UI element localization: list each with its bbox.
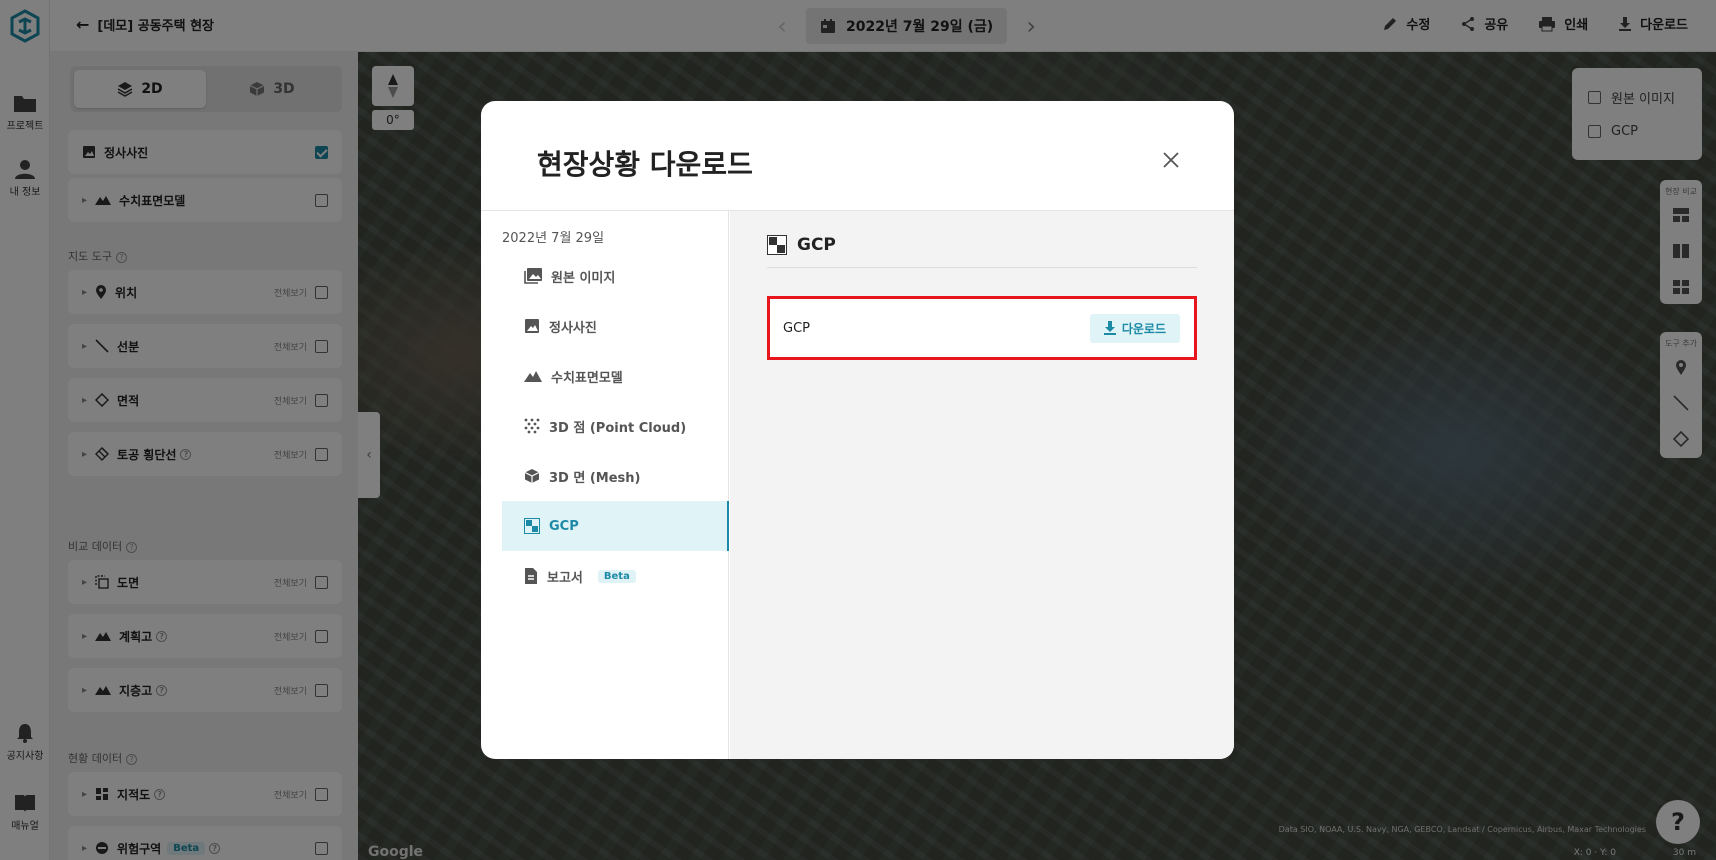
menu-mesh-label: 3D 면 (Mesh) bbox=[549, 470, 641, 486]
download-modal: 현장상황 다운로드 2022년 7월 29일 원본 이미지 정사사진 수치표면모… bbox=[481, 101, 1234, 759]
document-icon bbox=[525, 568, 537, 584]
point-cloud-icon bbox=[524, 418, 540, 434]
beta-badge: Beta bbox=[597, 569, 636, 583]
gcp-icon bbox=[524, 518, 540, 534]
modal-content: GCP GCP 다운로드 bbox=[730, 211, 1234, 759]
gcp-icon bbox=[767, 235, 787, 255]
modal-date: 2022년 7월 29일 bbox=[502, 231, 605, 246]
menu-mesh[interactable]: 3D 면 (Mesh) bbox=[502, 451, 729, 501]
gcp-download-button[interactable]: 다운로드 bbox=[1089, 313, 1180, 343]
modal-body: 2022년 7월 29일 원본 이미지 정사사진 수치표면모델 3D 점 (Po… bbox=[481, 211, 1234, 759]
section-title: GCP bbox=[797, 235, 836, 255]
menu-original-image[interactable]: 원본 이미지 bbox=[502, 251, 729, 301]
menu-report-label: 보고서 bbox=[547, 570, 583, 586]
close-icon[interactable] bbox=[1160, 149, 1182, 171]
modal-menu: 2022년 7월 29일 원본 이미지 정사사진 수치표면모델 3D 점 (Po… bbox=[481, 211, 729, 759]
app-root: 프로젝트 내 정보 공지사항 매뉴얼 ← [데모] 공동주택 현장 ‹ 2022… bbox=[0, 0, 1716, 860]
menu-dsm[interactable]: 수치표면모델 bbox=[502, 351, 729, 401]
menu-report[interactable]: 보고서 Beta bbox=[502, 551, 729, 601]
menu-dsm-label: 수치표면모델 bbox=[551, 370, 623, 386]
modal-title: 현장상황 다운로드 bbox=[537, 148, 753, 181]
menu-ortho[interactable]: 정사사진 bbox=[502, 301, 729, 351]
menu-point-cloud-label: 3D 점 (Point Cloud) bbox=[549, 420, 687, 436]
menu-gcp[interactable]: GCP bbox=[502, 501, 729, 551]
menu-gcp-label: GCP bbox=[549, 518, 579, 534]
terrain-icon bbox=[524, 371, 542, 382]
section-header: GCP bbox=[767, 235, 1197, 268]
image-icon bbox=[525, 319, 539, 333]
menu-point-cloud[interactable]: 3D 점 (Point Cloud) bbox=[502, 401, 729, 451]
gcp-file-name: GCP bbox=[783, 320, 810, 336]
gcp-download-label: 다운로드 bbox=[1121, 321, 1166, 336]
menu-ortho-label: 정사사진 bbox=[549, 320, 597, 336]
download-icon bbox=[1103, 321, 1116, 335]
modal-header: 현장상황 다운로드 bbox=[481, 101, 1234, 211]
menu-original-image-label: 원본 이미지 bbox=[551, 270, 616, 286]
gcp-file-row: GCP 다운로드 bbox=[767, 296, 1197, 360]
images-icon bbox=[524, 268, 542, 284]
cube-icon bbox=[524, 469, 540, 483]
